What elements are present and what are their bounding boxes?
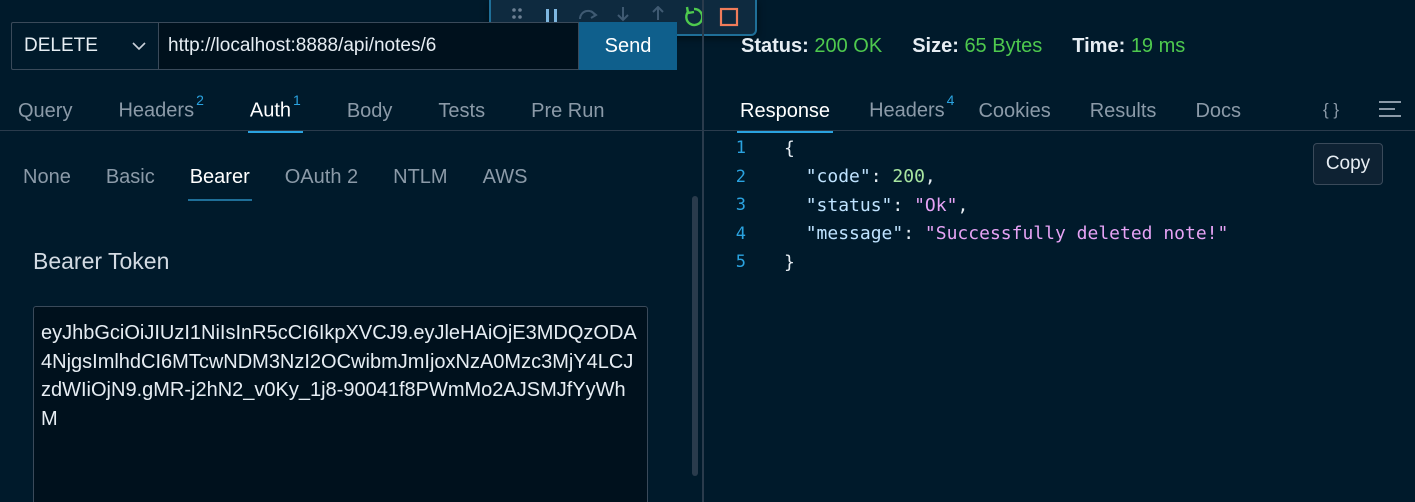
send-button[interactable]: Send xyxy=(579,22,677,70)
tab-auth[interactable]: Auth 1 xyxy=(247,92,303,133)
copy-button[interactable]: Copy xyxy=(1313,143,1383,185)
scrollbar[interactable] xyxy=(692,196,698,476)
auth-tab-oauth2[interactable]: OAuth 2 xyxy=(285,166,358,199)
tab-results[interactable]: Results xyxy=(1090,100,1157,133)
time-label: Time: xyxy=(1072,35,1126,57)
code-line: 3 "status": "Ok", xyxy=(735,194,969,216)
tab-tests[interactable]: Tests xyxy=(438,100,485,133)
auth-type-tabs: None Basic Bearer OAuth 2 NTLM AWS xyxy=(23,166,562,201)
status-label: Status: xyxy=(741,35,809,57)
response-status-line: Status: 200 OK Size: 65 Bytes Time: 19 m… xyxy=(741,35,1215,58)
response-panel: Status: 200 OK Size: 65 Bytes Time: 19 m… xyxy=(704,0,1415,502)
method-select[interactable]: DELETE xyxy=(11,22,158,70)
response-body: 1 { 2 "code": 200, 3 "status": "Ok", 4 "… xyxy=(704,134,1229,277)
size-value: 65 Bytes xyxy=(964,35,1043,57)
tab-response-headers[interactable]: Headers 4 xyxy=(869,92,954,133)
tab-docs[interactable]: Docs xyxy=(1195,100,1241,133)
bearer-token-input[interactable]: eyJhbGciOiJIUzI1NiIsInR5cCI6IkpXVCJ9.eyJ… xyxy=(33,306,648,502)
auth-tab-aws[interactable]: AWS xyxy=(483,166,528,199)
status-value: 200 OK xyxy=(814,35,883,57)
auth-tab-basic[interactable]: Basic xyxy=(106,166,155,199)
chevron-down-icon xyxy=(132,42,146,51)
size-label: Size: xyxy=(912,35,959,57)
auth-tab-ntlm[interactable]: NTLM xyxy=(393,166,447,199)
request-panel: DELETE http://localhost:8888/api/notes/6… xyxy=(0,0,702,502)
code-line: 5 } xyxy=(735,251,795,273)
auth-tab-bearer[interactable]: Bearer xyxy=(187,166,252,201)
tab-query[interactable]: Query xyxy=(18,100,72,133)
url-bar: DELETE http://localhost:8888/api/notes/6… xyxy=(11,22,677,70)
url-value: http://localhost:8888/api/notes/6 xyxy=(168,35,437,56)
request-tabs: Query Headers 2 Auth 1 Body Tests Pre Run xyxy=(18,92,650,133)
auth-count-badge: 1 xyxy=(293,92,301,108)
tabs-divider xyxy=(0,130,702,131)
time-value: 19 ms xyxy=(1130,35,1186,57)
code-line: 1 { xyxy=(735,137,795,159)
response-headers-count-badge: 4 xyxy=(946,92,955,108)
url-input[interactable]: http://localhost:8888/api/notes/6 xyxy=(158,22,579,70)
tab-body[interactable]: Body xyxy=(347,100,393,133)
response-tabs: Response Headers 4 Cookies Results Docs xyxy=(737,92,1280,133)
code-line: 2 "code": 200, xyxy=(735,166,936,188)
headers-count-badge: 2 xyxy=(196,92,204,108)
code-line: 4 "message": "Successfully deleted note!… xyxy=(735,223,1229,245)
tab-headers[interactable]: Headers 2 xyxy=(118,92,203,133)
tab-response[interactable]: Response xyxy=(737,100,834,133)
auth-tab-none[interactable]: None xyxy=(23,166,71,199)
response-tabs-divider xyxy=(704,130,1415,131)
braces-icon[interactable]: { } xyxy=(1323,100,1339,120)
tab-pre-run[interactable]: Pre Run xyxy=(531,100,604,133)
tab-cookies[interactable]: Cookies xyxy=(978,100,1050,133)
menu-icon[interactable] xyxy=(1378,100,1402,124)
method-value: DELETE xyxy=(24,35,98,56)
bearer-token-label: Bearer Token xyxy=(33,248,170,274)
